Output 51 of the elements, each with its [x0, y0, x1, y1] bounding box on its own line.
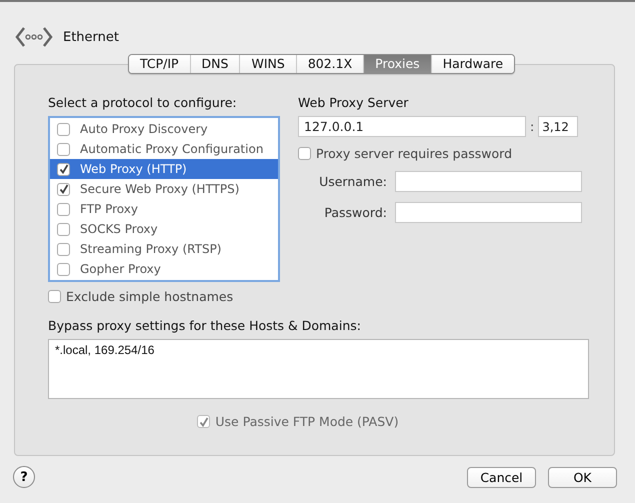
host-field[interactable]: 127.0.0.1	[298, 116, 526, 137]
server-title: Web Proxy Server	[298, 95, 410, 110]
protocol-name: Automatic Proxy Configuration	[80, 142, 264, 156]
checkbox-label: Proxy server requires password	[316, 146, 512, 161]
protocol-name: Web Proxy (HTTP)	[80, 162, 187, 176]
checkbox[interactable]	[57, 222, 70, 236]
protocol-name: Gopher Proxy	[80, 262, 161, 276]
protocol-name: Streaming Proxy (RTSP)	[80, 242, 222, 256]
dialog-button[interactable]: OK	[548, 466, 617, 488]
checkbox[interactable]	[57, 242, 70, 256]
checkbox[interactable]	[57, 182, 70, 196]
protocol-name: Auto Proxy Discovery	[80, 122, 208, 136]
protocol-row[interactable]: FTP Proxy	[50, 199, 278, 219]
checkbox[interactable]	[57, 162, 70, 176]
checkbox-label: Use Passive FTP Mode (PASV)	[215, 414, 399, 429]
help-button[interactable]: ?	[13, 466, 35, 488]
dialog-button[interactable]: Cancel	[467, 466, 536, 488]
checkbox[interactable]	[57, 122, 70, 136]
bypass-field[interactable]: *.local, 169.254/16	[48, 339, 589, 399]
checkbox[interactable]	[48, 290, 61, 303]
protocol-name: Secure Web Proxy (HTTPS)	[80, 182, 240, 196]
checkbox[interactable]	[298, 147, 311, 160]
protocol-row[interactable]: Web Proxy (HTTP)	[50, 159, 278, 179]
checkbox-label: Exclude simple hostnames	[66, 289, 234, 304]
password-label: Password:	[324, 205, 387, 220]
username-field[interactable]	[395, 171, 582, 192]
port-field[interactable]: 3,12	[538, 116, 578, 137]
tab[interactable]: DNS	[190, 55, 240, 73]
port-separator: :	[530, 119, 534, 134]
tab[interactable]: 802.1X	[296, 55, 364, 73]
tab[interactable]: Proxies	[363, 55, 431, 73]
protocol-row[interactable]: Streaming Proxy (RTSP)	[50, 239, 278, 259]
bypass-label: Bypass proxy settings for these Hosts & Domains:	[48, 318, 362, 333]
tab[interactable]: TCP/IP	[128, 55, 190, 73]
protocol-name: FTP Proxy	[80, 202, 138, 216]
checkbox[interactable]	[57, 142, 70, 156]
password-field[interactable]	[395, 202, 582, 223]
tab[interactable]: Hardware	[430, 55, 514, 73]
network-arrows-icon	[15, 26, 53, 48]
protocol-row[interactable]: Secure Web Proxy (HTTPS)	[50, 179, 278, 199]
protocol-row[interactable]: Gopher Proxy	[50, 259, 278, 279]
tab[interactable]: WINS	[239, 55, 296, 73]
protocol-name: SOCKS Proxy	[80, 222, 158, 236]
checkbox[interactable]	[57, 262, 70, 276]
protocol-row[interactable]: Auto Proxy Discovery	[50, 119, 278, 139]
username-label: Username:	[319, 174, 387, 189]
protocol-row[interactable]: SOCKS Proxy	[50, 219, 278, 239]
protocol-label: Select a protocol to configure:	[48, 95, 238, 110]
window-title: Ethernet	[63, 30, 119, 44]
protocol-row[interactable]: Automatic Proxy Configuration	[50, 139, 278, 159]
checkbox[interactable]	[57, 202, 70, 216]
